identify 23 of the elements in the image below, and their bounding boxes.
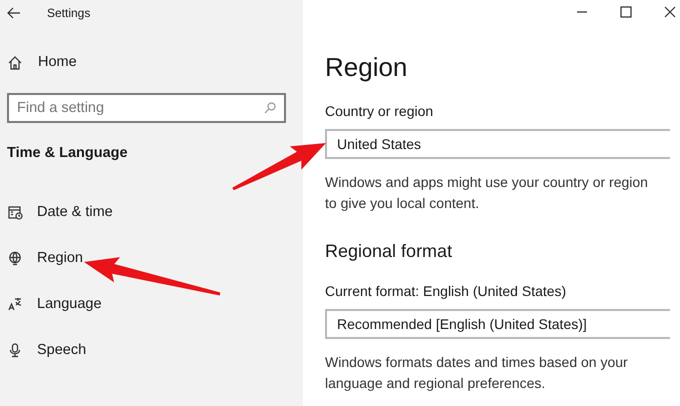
field-label: Country or region <box>325 102 434 121</box>
window-title: Settings <box>47 5 90 22</box>
nav-item[interactable]: Speech <box>0 328 303 374</box>
nav-item[interactable]: Region <box>0 236 303 282</box>
globe-icon <box>8 251 23 266</box>
home-icon <box>8 56 22 70</box>
section-title: Time & Language <box>7 144 129 163</box>
search-icon <box>264 102 276 114</box>
description-text: Windows formats dates and times based on your language and regional preferences. <box>325 353 629 393</box>
page-title: Region <box>325 51 408 84</box>
microphone-icon <box>8 343 23 358</box>
home-link[interactable]: Home <box>0 40 303 86</box>
country-dropdown[interactable]: United States <box>325 129 670 159</box>
description-text: Windows and apps might use your country or region to give you local content. <box>325 173 649 213</box>
calendar-clock-icon <box>8 205 23 220</box>
field-label: Current format: English (United States) <box>325 282 568 301</box>
nav-item[interactable]: Date & time <box>0 190 303 236</box>
back-icon[interactable] <box>7 7 21 19</box>
format-dropdown[interactable]: Recommended [English (United States)] <box>325 309 670 339</box>
section-heading: Regional format <box>325 240 454 263</box>
search-field[interactable]: Find a setting <box>7 93 286 123</box>
language-icon <box>8 297 23 312</box>
nav-item[interactable]: Language <box>0 282 303 328</box>
